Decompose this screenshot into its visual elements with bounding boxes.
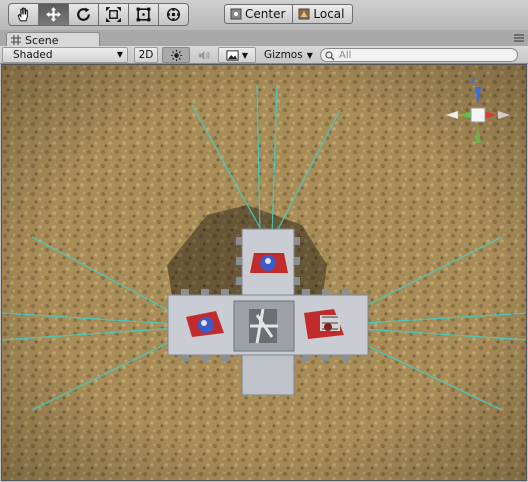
tab-scene-label: Scene	[25, 33, 59, 47]
mode-2d-toggle[interactable]: 2D	[134, 47, 158, 63]
search-placeholder: All	[339, 49, 352, 61]
robot-top	[250, 253, 288, 273]
pivot-center-icon	[230, 8, 242, 20]
pivot-local-button[interactable]: Local	[292, 4, 353, 24]
scale-tool-button[interactable]	[98, 3, 129, 26]
rect-transform-icon	[136, 7, 151, 22]
local-space-icon	[298, 8, 310, 20]
pivot-toggles: Center Local	[224, 4, 353, 24]
rect-tool-button[interactable]	[128, 3, 159, 26]
hand-tool-button[interactable]	[8, 3, 39, 26]
scene-effects-dropdown[interactable]: ▼	[218, 47, 256, 63]
speaker-icon	[198, 50, 210, 60]
tab-scene[interactable]: Scene	[6, 32, 100, 47]
scene-lighting-toggle[interactable]	[162, 47, 190, 63]
rotate-tool-button[interactable]	[68, 3, 99, 26]
pivot-center-button[interactable]: Center	[224, 4, 294, 24]
transform-tools	[8, 3, 189, 26]
scale-icon	[106, 7, 121, 22]
tab-menu-icon[interactable]	[514, 34, 524, 42]
shading-mode-dropdown[interactable]: Shaded ▼	[2, 47, 128, 63]
scene-view-controls: Shaded ▼ 2D ▼ Gizmos ▼ All	[0, 46, 528, 64]
transform-icon	[166, 7, 181, 22]
scene-audio-toggle[interactable]	[191, 47, 215, 63]
dropdown-arrow-icon: ▼	[306, 50, 313, 60]
image-icon	[226, 49, 239, 61]
hand-icon	[17, 7, 28, 22]
pivot-local-label: Local	[313, 7, 345, 21]
move-tool-button[interactable]	[38, 3, 69, 26]
move-arrows-icon	[46, 7, 61, 22]
orientation-gizmo[interactable]: z	[436, 71, 518, 171]
grid-icon	[11, 35, 21, 45]
mode-2d-label: 2D	[138, 49, 154, 61]
transform-tool-button[interactable]	[158, 3, 189, 26]
dropdown-arrow-icon: ▼	[241, 50, 249, 60]
gizmo-axis-label: z	[470, 75, 475, 86]
main-toolbar: Center Local	[0, 0, 528, 31]
hierarchy-search-field[interactable]: All	[320, 48, 518, 62]
axis-gizmo-icon: z	[446, 75, 510, 143]
sun-icon	[170, 49, 182, 61]
rotate-icon	[77, 7, 90, 21]
shading-mode-label: Shaded	[13, 49, 53, 61]
gizmos-dropdown[interactable]: Gizmos ▼	[260, 47, 316, 63]
scene-window: Center Local Scene Shaded ▼ 2D ▼ Gizmos …	[0, 0, 528, 482]
gizmos-label: Gizmos	[264, 49, 303, 61]
tab-strip: Scene	[0, 30, 528, 47]
scene-viewport[interactable]: z	[1, 64, 527, 481]
search-icon	[325, 51, 335, 61]
dropdown-arrow-icon: ▼	[116, 50, 123, 59]
pivot-center-label: Center	[245, 7, 286, 21]
